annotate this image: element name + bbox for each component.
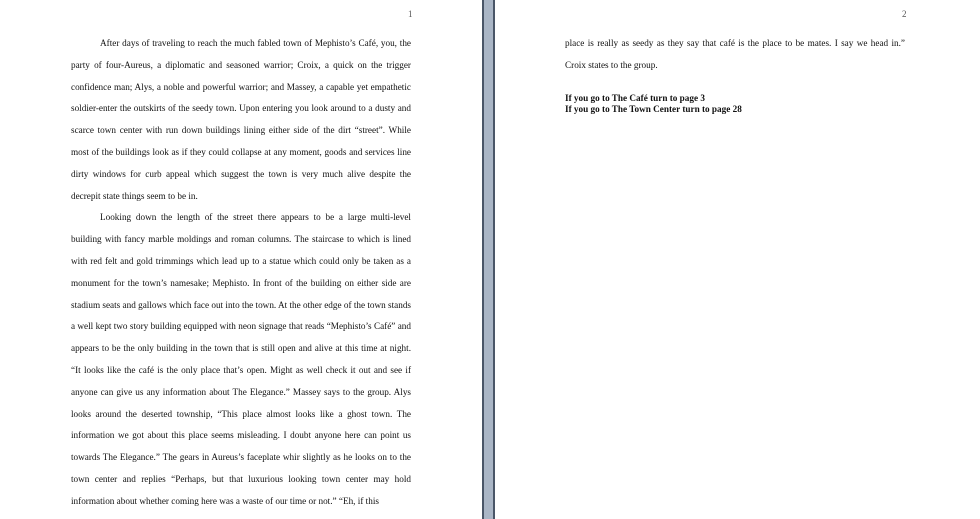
page-body: After days of traveling to reach the muc… (71, 33, 411, 513)
paragraph[interactable]: Looking down the length of the street th… (71, 207, 411, 512)
page-number: 2 (902, 9, 907, 19)
document-page-1: 1 After days of traveling to reach the m… (0, 0, 482, 519)
page-number: 1 (408, 9, 413, 19)
choice-list: If you go to The Café turn to page 3 If … (565, 93, 905, 115)
paragraph[interactable]: place is really as seedy as they say tha… (565, 33, 905, 77)
choice-item[interactable]: If you go to The Café turn to page 3 (565, 93, 905, 104)
page-body: place is really as seedy as they say tha… (565, 33, 905, 77)
choice-item[interactable]: If you go to The Town Center turn to pag… (565, 104, 905, 115)
document-page-2: 2 place is really as seedy as they say t… (495, 0, 980, 519)
page-edge-divider (482, 0, 484, 519)
paragraph[interactable]: After days of traveling to reach the muc… (71, 33, 411, 207)
